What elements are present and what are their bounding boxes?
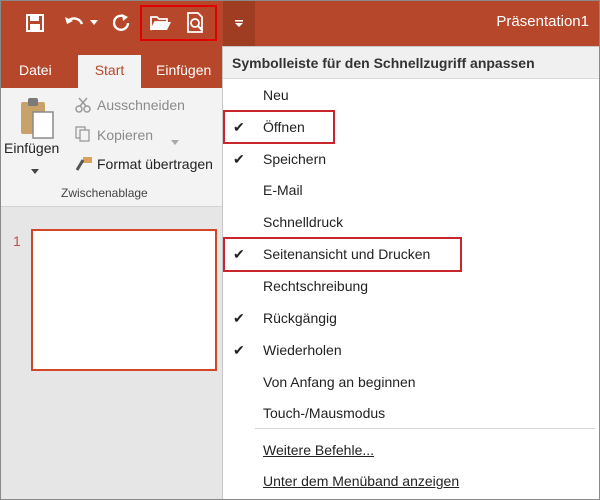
menu-item-label: Rückgängig: [263, 310, 337, 326]
menu-item-touch-mouse-mode[interactable]: Touch-/Mausmodus: [223, 398, 599, 428]
menu-item-new[interactable]: Neu: [223, 80, 599, 110]
customize-qat-menu: Symbolleiste für den Schnellzugriff anpa…: [222, 46, 599, 499]
menu-item-label: E-Mail: [263, 182, 303, 198]
cut-icon: [75, 97, 91, 118]
menu-item-show-below-ribbon[interactable]: Unter dem Menüband anzeigen: [223, 466, 599, 496]
undo-icon[interactable]: [61, 9, 87, 37]
copy-dropdown-icon[interactable]: [171, 133, 179, 151]
menu-item-label: Schnelldruck: [263, 214, 344, 230]
copy-icon: [75, 126, 91, 147]
qat-highlight-box: [140, 5, 217, 41]
menu-item-undo[interactable]: ✔ Rückgängig: [223, 303, 599, 333]
format-painter-button[interactable]: Format übertragen: [97, 156, 213, 172]
menu-header: Symbolleiste für den Schnellzugriff anpa…: [223, 47, 599, 79]
paste-dropdown-icon[interactable]: [31, 162, 39, 180]
menu-item-label: Weitere Befehle...: [263, 442, 375, 458]
menu-item-label: Speichern: [263, 151, 327, 167]
paste-icon[interactable]: [19, 96, 55, 145]
tab-insert[interactable]: Einfügen: [144, 55, 223, 88]
menu-item-label: Rechtschreibung: [263, 278, 369, 294]
slide-thumbnail[interactable]: [31, 229, 217, 371]
menu-item-label: Neu: [263, 87, 289, 103]
menu-item-label: Unter dem Menüband anzeigen: [263, 473, 460, 489]
copy-button[interactable]: Kopieren: [97, 127, 153, 143]
menu-item-more-commands[interactable]: Weitere Befehle...: [223, 435, 599, 465]
checkmark-icon: ✔: [233, 310, 245, 326]
powerpoint-window: Präsentation1 Datei Start Einfügen Einfü…: [0, 0, 600, 500]
paste-button[interactable]: Einfügen: [4, 140, 59, 156]
redo-icon[interactable]: [110, 9, 134, 37]
checkmark-icon: ✔: [233, 342, 245, 358]
menu-item-label: Von Anfang an beginnen: [263, 374, 416, 390]
menu-item-redo[interactable]: ✔ Wiederholen: [223, 335, 599, 365]
cut-button[interactable]: Ausschneiden: [97, 97, 185, 113]
menu-item-save[interactable]: ✔ Speichern: [223, 144, 599, 174]
highlight-open: [223, 110, 335, 144]
format-painter-icon: [75, 156, 93, 177]
menu-separator: [255, 428, 595, 429]
menu-item-label: Touch-/Mausmodus: [263, 405, 386, 421]
tab-start[interactable]: Start: [78, 55, 141, 88]
save-icon[interactable]: [23, 9, 47, 37]
title-bar: Präsentation1: [1, 1, 599, 46]
highlight-print-preview: [223, 237, 462, 272]
menu-item-label: Wiederholen: [263, 342, 342, 358]
slide-number: 1: [13, 233, 21, 249]
customize-arrow-icon: [235, 19, 243, 27]
undo-dropdown-icon[interactable]: [88, 9, 100, 37]
window-title: Präsentation1: [496, 13, 589, 30]
menu-item-start-from-beginning[interactable]: Von Anfang an beginnen: [223, 367, 599, 397]
menu-item-email[interactable]: E-Mail: [223, 175, 599, 205]
group-label-clipboard: Zwischenablage: [61, 186, 148, 200]
menu-item-spelling[interactable]: Rechtschreibung: [223, 271, 599, 301]
menu-item-quick-print[interactable]: Schnelldruck: [223, 207, 599, 237]
checkmark-icon: ✔: [233, 151, 245, 167]
tab-file[interactable]: Datei: [7, 55, 64, 88]
customize-qat-button[interactable]: [223, 1, 255, 46]
